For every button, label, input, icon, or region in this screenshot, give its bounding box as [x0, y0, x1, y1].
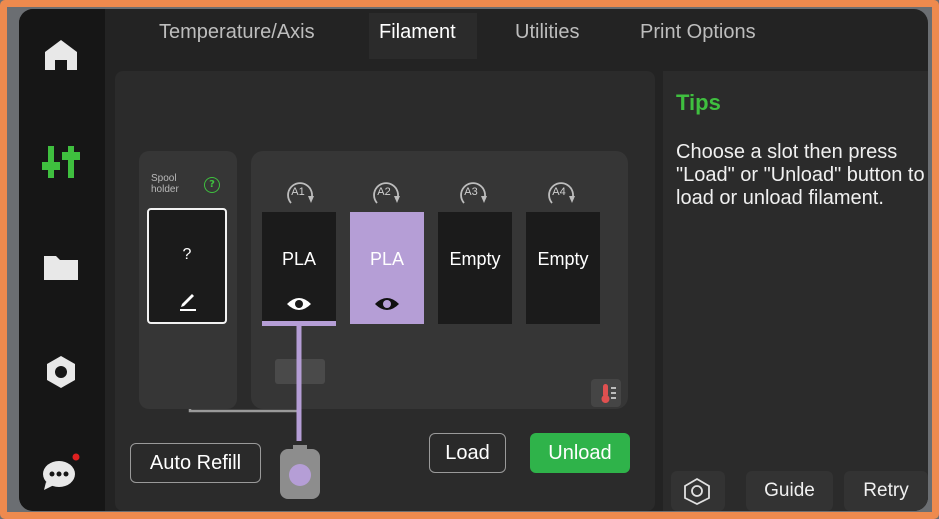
- tips-panel: Tips Choose a slot then press "Load" or …: [663, 71, 928, 511]
- auto-refill-button[interactable]: Auto Refill: [130, 443, 261, 483]
- retry-button[interactable]: Retry: [844, 471, 928, 511]
- tips-title: Tips: [676, 90, 721, 115]
- ams-settings-button[interactable]: [671, 471, 725, 511]
- unload-button[interactable]: Unload: [530, 433, 630, 473]
- ams-settings-icon: [684, 477, 710, 505]
- printer-screen: Temperature/Axis Filament Utilities Prin…: [19, 9, 928, 511]
- guide-button[interactable]: Guide: [746, 471, 833, 511]
- tips-text: Choose a slot then press "Load" or "Unlo…: [676, 141, 925, 209]
- extruder-icon: [280, 445, 320, 499]
- load-button[interactable]: Load: [429, 433, 506, 473]
